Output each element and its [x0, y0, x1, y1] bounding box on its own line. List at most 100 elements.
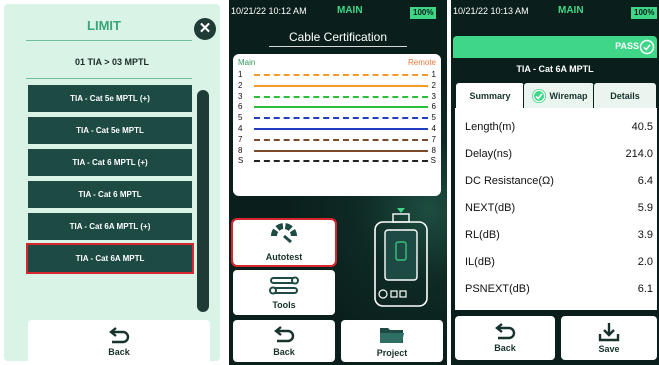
- limit-item[interactable]: TIA - Cat 6 MPTL: [28, 181, 192, 208]
- wiremap-pin-remote: 6: [431, 102, 436, 112]
- tab-label: Details: [610, 91, 640, 101]
- wiremap-pin-remote: 2: [431, 80, 436, 90]
- limit-item[interactable]: TIA - Cat 6A MPTL (+): [28, 213, 192, 240]
- autotest-icon: [271, 223, 297, 244]
- wiremap-pin-main: 4: [238, 124, 243, 133]
- result-value: 5.9: [637, 202, 653, 214]
- result-value: 6.4: [637, 175, 653, 187]
- limit-item-selected[interactable]: TIA - Cat 6A MPTL: [26, 243, 194, 274]
- autotest-label: Autotest: [265, 252, 303, 262]
- limit-subtitle: 01 TIA > 03 MPTL: [75, 57, 149, 67]
- status-bar: 10/21/22 10:12 AM MAIN 100%: [229, 0, 447, 24]
- result-label: DC Resistance(Ω): [465, 175, 554, 187]
- status-bar: 10/21/22 10:13 AM MAIN 100%: [451, 0, 659, 24]
- result-panel: 10/21/22 10:13 AM MAIN 100% PASS TIA - C…: [451, 0, 659, 365]
- result-row: PSNEXT(dB) 6.1: [465, 283, 653, 295]
- summary-content: Length(m) 40.5 Delay(ns) 214.0 DC Resistan…: [455, 108, 657, 310]
- tab-label: Wiremap: [549, 91, 588, 101]
- wiremap-main-label: Main: [238, 58, 256, 67]
- result-value: 214.0: [625, 148, 653, 160]
- download-icon: [598, 323, 620, 342]
- result-label: Delay(ns): [465, 148, 513, 160]
- scrollbar[interactable]: [197, 90, 209, 312]
- tester-device-icon: [374, 208, 428, 307]
- back-button[interactable]: Back: [233, 320, 335, 362]
- limit-item-label: TIA - Cat 5e MPTL: [76, 126, 144, 135]
- result-row: IL(dB) 2.0: [465, 256, 653, 268]
- folder-icon: [380, 327, 404, 343]
- limit-item[interactable]: TIA - Cat 6 MPTL (+): [28, 149, 192, 176]
- save-button[interactable]: Save: [561, 316, 657, 360]
- back-button[interactable]: Back: [455, 316, 555, 360]
- wiremap-pin-main: 1: [238, 70, 243, 79]
- wiremap-wire: [254, 138, 428, 141]
- wiremap-pin-main: 2: [238, 80, 243, 90]
- wiremap-wire: [254, 74, 428, 76]
- result-label: Length(m): [465, 121, 516, 133]
- wiremap-pin-remote: 1: [431, 70, 436, 79]
- title-divider: [269, 46, 407, 47]
- status-time: 10/21/22 10:12 AM: [231, 6, 307, 16]
- limit-item-label: TIA - Cat 6 MPTL: [78, 190, 142, 199]
- tools-label: Tools: [272, 300, 296, 310]
- status-mode: MAIN: [337, 5, 363, 16]
- back-arrow-icon: [274, 325, 295, 342]
- tools-button[interactable]: Tools: [233, 270, 335, 315]
- wiremap-wire: [254, 149, 428, 152]
- subtitle-divider: [26, 78, 192, 79]
- result-value: 40.5: [631, 121, 653, 133]
- limit-item-label: TIA - Cat 6A MPTL: [75, 254, 145, 263]
- result-label: RL(dB): [465, 229, 500, 241]
- wiremap-pin-remote: 4: [431, 124, 436, 133]
- check-circle-icon: [639, 39, 655, 55]
- result-row: Delay(ns) 214.0: [465, 148, 653, 160]
- result-row: DC Resistance(Ω) 6.4: [465, 175, 653, 187]
- back-arrow-icon: [495, 323, 516, 340]
- standard-title: TIA - Cat 6A MPTL: [516, 64, 594, 74]
- limit-panel: LIMIT ✕ 01 TIA > 03 MPTL TIA - Cat 5e MP…: [0, 0, 224, 365]
- main-panel: 10/21/22 10:12 AM MAIN 100% Cable Certif…: [229, 0, 447, 365]
- wiremap-pin-remote: 8: [431, 145, 436, 155]
- wiremap-pin-main: 8: [238, 145, 243, 155]
- status-time: 10/21/22 10:13 AM: [453, 6, 529, 16]
- project-label: Project: [376, 347, 408, 358]
- tab-wiremap[interactable]: Wiremap: [523, 82, 595, 110]
- battery-indicator: 100%: [631, 7, 658, 19]
- autotest-button[interactable]: Autotest: [231, 218, 337, 267]
- check-circle-icon: [531, 89, 546, 103]
- wiremap-card: Main Remote 1122336655447788SS: [233, 54, 441, 196]
- close-icon[interactable]: ✕: [194, 18, 216, 40]
- result-row: RL(dB) 3.9: [465, 229, 653, 241]
- result-value: 2.0: [637, 256, 653, 268]
- tab-summary[interactable]: Summary: [455, 82, 525, 110]
- wiremap-pin-main: 7: [238, 134, 243, 144]
- save-label: Save: [598, 344, 620, 354]
- result-label: PSNEXT(dB): [465, 283, 530, 295]
- back-button[interactable]: Back: [28, 320, 210, 364]
- back-label: Back: [273, 346, 295, 357]
- pass-banner: PASS: [453, 36, 657, 58]
- wiremap-pin-remote: 3: [431, 91, 436, 101]
- wiremap-pin-main: 6: [238, 102, 243, 112]
- tab-details[interactable]: Details: [593, 82, 657, 110]
- wiremap-pin-main: 3: [238, 91, 243, 101]
- tab-label: Summary: [469, 91, 511, 101]
- result-label: IL(dB): [465, 256, 495, 268]
- back-label: Back: [108, 347, 130, 357]
- wiremap-pin-remote: S: [430, 156, 436, 166]
- wiremap-wire: [254, 84, 428, 87]
- limit-item-label: TIA - Cat 6A MPTL (+): [69, 222, 151, 231]
- wiremap-wire: [254, 128, 428, 130]
- wiremap-wire: [254, 160, 428, 163]
- limit-item[interactable]: TIA - Cat 5e MPTL: [28, 117, 192, 144]
- limit-item[interactable]: TIA - Cat 5e MPTL (+): [28, 85, 192, 112]
- title-divider: [26, 40, 192, 41]
- page-title: Cable Certification: [288, 30, 388, 44]
- tools-icon: [269, 276, 299, 295]
- wiremap-pin-main: 5: [238, 113, 243, 123]
- back-label: Back: [494, 343, 516, 353]
- wiremap-pin-remote: 5: [431, 113, 436, 123]
- project-button[interactable]: Project: [341, 320, 443, 362]
- wiremap-remote-label: Remote: [407, 58, 436, 67]
- limit-title: LIMIT: [87, 18, 121, 33]
